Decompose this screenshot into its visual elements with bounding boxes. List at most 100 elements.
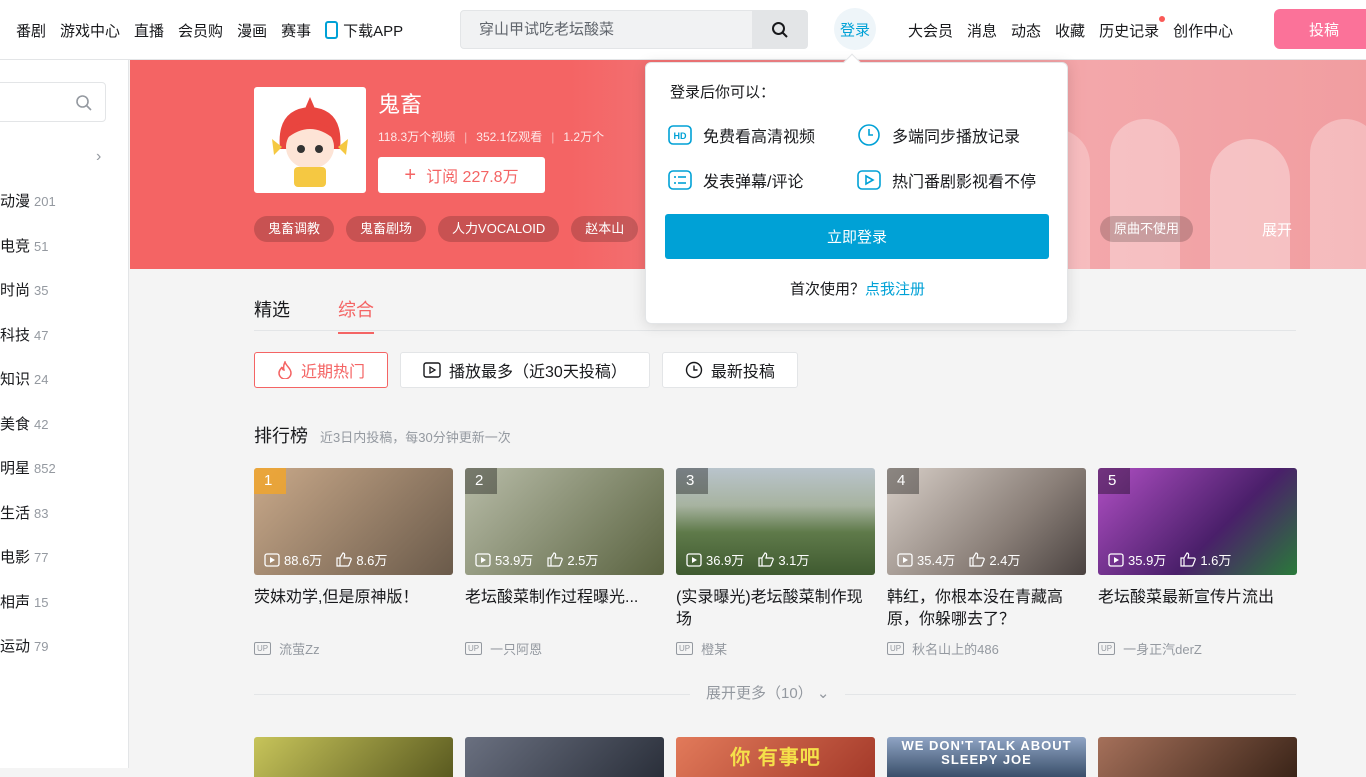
nav-item-vip[interactable]: 大会员 (908, 20, 953, 41)
video-thumbnail[interactable]: 3 36.9万 3.1万 (676, 468, 875, 575)
sidebar-search[interactable] (0, 82, 106, 122)
third-stat: 1.2万个 (563, 130, 605, 144)
video-thumbnail[interactable] (254, 737, 453, 777)
filter-hot-button[interactable]: 近期热门 (254, 352, 389, 388)
video-thumbnail[interactable]: 2 53.9万 2.5万 (465, 468, 664, 575)
uploader-name: 秋名山上的486 (912, 642, 999, 657)
tab-featured[interactable]: 精选 (254, 296, 290, 322)
video-title[interactable]: 荧妹劝学,但是原神版！ (254, 587, 453, 631)
uploader-name: 一身正汽derZ (1123, 642, 1202, 657)
sidebar-item[interactable]: 动漫 201 (0, 190, 56, 235)
clock-icon (685, 361, 703, 379)
tag-chip[interactable]: 原曲不使用 (1100, 216, 1194, 242)
video-thumbnail[interactable]: 1 88.6万 8.6万 (254, 468, 453, 575)
play-icon (857, 170, 881, 190)
register-link[interactable]: 点我注册 (865, 281, 925, 298)
sidebar-category-list: 动漫 201 电竞 51 时尚 35 科技 47 知识 24 美食 42 明星 852 生活 8… (0, 190, 56, 680)
nav-item-history[interactable]: 历史记录 (1099, 15, 1166, 41)
benefit-label: 免费看高清视频 (703, 129, 816, 146)
download-app-link[interactable]: 下载APP (325, 20, 403, 41)
video-card[interactable]: 5 35.9万 1.6万 老坛酸菜最新宣传片流出 UP 一身正汽derZ (1098, 468, 1297, 658)
video-thumbnail[interactable]: WE DON'T TALK ABOUT SLEEPY JOE (887, 737, 1086, 777)
sidebar-item[interactable]: 相声 15 (0, 591, 56, 636)
login-now-button[interactable]: 立即登录 (665, 214, 1049, 259)
login-avatar-button[interactable]: 登录 (834, 8, 876, 50)
filter-latest-button[interactable]: 最新投稿 (661, 352, 798, 388)
video-card[interactable]: 2 53.9万 2.5万 老坛酸菜制作过程曝光... UP 一只阿恩 (465, 468, 664, 658)
tag-chip[interactable]: 鬼畜剧场 (346, 216, 427, 242)
nav-item-game-center[interactable]: 游戏中心 (60, 20, 120, 41)
sidebar-item-label: 美食 (0, 415, 31, 433)
tab-comprehensive[interactable]: 综合 (338, 296, 374, 334)
subscribe-label: 订阅 227.8万 (426, 169, 519, 186)
search-icon (76, 95, 92, 111)
uploader[interactable]: UP 一只阿恩 (465, 639, 664, 658)
benefit-label: 多端同步播放记录 (892, 129, 1021, 146)
show-more-button[interactable]: 展开更多（10） ⌄ (690, 682, 846, 703)
tag-chip[interactable]: 鬼畜调教 (254, 216, 335, 242)
sidebar-item-label: 运动 (0, 638, 31, 655)
download-app-label: 下载APP (343, 22, 404, 40)
nav-left-group: 番剧 游戏中心 直播 会员购 漫画 赛事 下载APP (16, 0, 417, 60)
uploader[interactable]: UP 秋名山上的486 (887, 639, 1086, 658)
uploader[interactable]: UP 流萤Zz (254, 639, 453, 658)
nav-item-messages[interactable]: 消息 (967, 20, 997, 41)
rank-number: 1 (254, 468, 286, 494)
video-title[interactable]: 老坛酸菜最新宣传片流出 (1098, 587, 1297, 631)
play-count: 88.6万 (284, 553, 323, 568)
video-card[interactable]: 4 35.4万 2.4万 韩红，你根本没在青藏高原，你躲哪去了？ UP 秋名山上的… (887, 468, 1086, 658)
tag-chip[interactable]: 人力VOCALOID (438, 216, 560, 242)
search-button[interactable] (752, 11, 807, 48)
video-title[interactable]: (实录曝光)老坛酸菜制作现场 (676, 587, 875, 631)
sidebar-item-label: 明星 (0, 460, 31, 477)
video-thumbnail[interactable] (465, 737, 664, 777)
sidebar-item[interactable]: 明星 852 (0, 457, 56, 502)
nav-item-dynamics[interactable]: 动态 (1011, 20, 1041, 41)
second-row-thumbnails: 你 有事吧 WE DON'T TALK ABOUT SLEEPY JOE (254, 737, 1309, 777)
nav-item-mall[interactable]: 会员购 (178, 20, 223, 41)
sidebar-item[interactable]: 运动 79 (0, 635, 56, 680)
nav-item-live[interactable]: 直播 (134, 20, 164, 41)
video-thumbnail[interactable] (1098, 737, 1297, 777)
video-title[interactable]: 老坛酸菜制作过程曝光... (465, 587, 664, 631)
video-thumbnail[interactable]: 4 35.4万 2.4万 (887, 468, 1086, 575)
rank-number: 4 (887, 468, 919, 494)
up-icon: UP (887, 642, 905, 655)
video-title[interactable]: 韩红，你根本没在青藏高原，你躲哪去了？ (887, 587, 1086, 631)
search-input[interactable] (461, 11, 753, 48)
uploader[interactable]: UP 一身正汽derZ (1098, 639, 1297, 658)
filter-most-played-button[interactable]: 播放最多（近30天投稿） (400, 352, 650, 388)
upload-button[interactable]: 投稿 (1274, 9, 1366, 49)
sidebar-item-label: 知识 (0, 371, 31, 388)
video-card[interactable]: 3 36.9万 3.1万 (实录曝光)老坛酸菜制作现场 UP 橙某 (676, 468, 875, 658)
uploader[interactable]: UP 橙某 (676, 639, 875, 658)
sidebar-item-label: 相声 (0, 593, 31, 611)
video-thumbnail[interactable]: 5 35.9万 1.6万 (1098, 468, 1297, 575)
expand-tags-button[interactable]: 展开 (1262, 219, 1292, 240)
sidebar-item-label: 生活 (0, 504, 31, 522)
subscribe-button[interactable]: + 订阅 227.8万 (378, 157, 545, 193)
play-count-icon (1108, 552, 1124, 567)
filter-hot-label: 近期热门 (301, 364, 366, 381)
first-use-text: 首次使用？ (789, 281, 865, 298)
video-thumbnail[interactable]: 你 有事吧 (676, 737, 875, 777)
nav-item-creator-center[interactable]: 创作中心 (1173, 20, 1233, 41)
sidebar-item[interactable]: 知识 24 (0, 368, 56, 413)
video-card[interactable]: 1 88.6万 8.6万 荧妹劝学,但是原神版！ UP 流萤Zz (254, 468, 453, 658)
sidebar-item-count: 201 (34, 194, 56, 209)
chevron-right-icon[interactable]: › (96, 148, 101, 166)
sidebar-item[interactable]: 电影 77 (0, 546, 56, 591)
sidebar-item[interactable]: 科技 47 (0, 324, 56, 369)
phone-icon (325, 20, 339, 39)
sidebar-item[interactable]: 生活 83 (0, 502, 56, 547)
thumbs-up-icon (336, 552, 353, 567)
tag-chip[interactable]: 赵本山 (571, 216, 639, 242)
sidebar-item[interactable]: 美食 42 (0, 413, 56, 458)
nav-item-manga[interactable]: 漫画 (237, 20, 267, 41)
nav-item-favorites[interactable]: 收藏 (1055, 20, 1085, 41)
filter-latest-label: 最新投稿 (710, 364, 775, 381)
sidebar-item[interactable]: 电竞 51 (0, 235, 56, 280)
nav-item-bangumi[interactable]: 番剧 (16, 20, 46, 41)
sidebar-item[interactable]: 时尚 35 (0, 279, 56, 324)
nav-item-esports[interactable]: 赛事 (281, 20, 311, 41)
